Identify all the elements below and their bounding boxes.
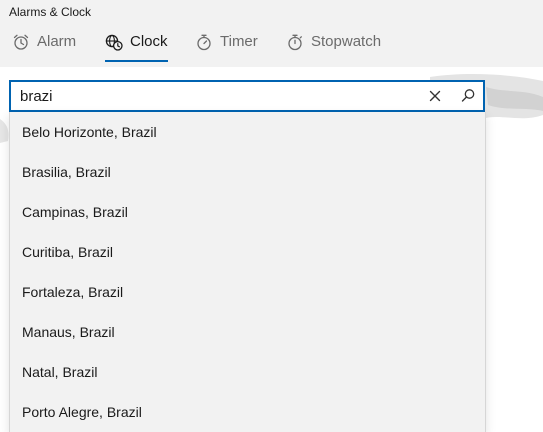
timer-icon bbox=[197, 34, 211, 51]
tab-stopwatch[interactable]: Stopwatch bbox=[286, 33, 381, 63]
app-title: Alarms & Clock bbox=[9, 5, 92, 19]
stopwatch-icon bbox=[288, 34, 302, 51]
city-search-input[interactable] bbox=[20, 82, 410, 110]
tab-timer[interactable]: Timer bbox=[195, 33, 258, 63]
alarm-clock-icon bbox=[13, 34, 29, 50]
suggestion-item[interactable]: Natal, Brazil bbox=[10, 352, 485, 392]
suggestion-item[interactable]: Brasilia, Brazil bbox=[10, 152, 485, 192]
tab-stopwatch-label: Stopwatch bbox=[311, 33, 382, 50]
suggestion-item[interactable]: Manaus, Brazil bbox=[10, 312, 485, 352]
tab-alarm[interactable]: Alarm bbox=[12, 33, 76, 63]
suggestion-item[interactable]: Belo Horizonte, Brazil bbox=[10, 112, 485, 152]
title-bar: Alarms & Clock bbox=[0, 0, 543, 24]
suggestion-item[interactable]: Campinas, Brazil bbox=[10, 192, 485, 232]
world-clock-icon bbox=[105, 34, 123, 51]
tab-clock[interactable]: Clock bbox=[105, 33, 168, 63]
suggestion-item[interactable]: Fortaleza, Brazil bbox=[10, 272, 485, 312]
suggestion-item[interactable]: Curitiba, Brazil bbox=[10, 232, 485, 272]
city-search-box bbox=[9, 80, 485, 112]
search-suggestions-list: Belo Horizonte, Brazil Brasilia, Brazil … bbox=[9, 112, 486, 432]
close-icon[interactable] bbox=[425, 86, 445, 106]
tab-alarm-label: Alarm bbox=[37, 33, 77, 50]
tab-timer-label: Timer bbox=[220, 33, 258, 50]
tab-clock-label: Clock bbox=[130, 33, 168, 50]
active-tab-indicator bbox=[105, 60, 168, 62]
tab-bar: Alarm Clock Timer Stopwatch bbox=[0, 24, 543, 67]
search-icon[interactable] bbox=[458, 86, 478, 106]
suggestion-item[interactable]: Porto Alegre, Brazil bbox=[10, 392, 485, 432]
